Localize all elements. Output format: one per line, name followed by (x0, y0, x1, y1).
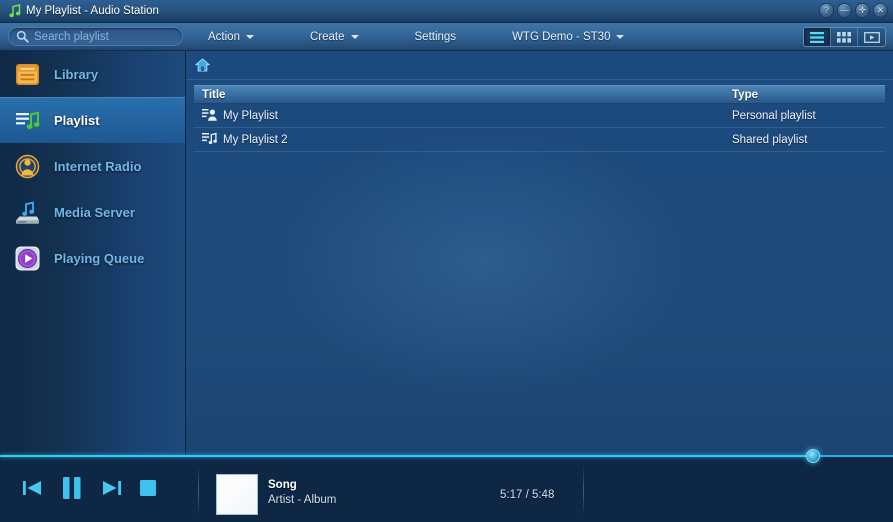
audio-station-window: My Playlist - Audio Station ? — ✛ ✕ Acti… (0, 0, 893, 522)
divider (198, 465, 199, 516)
next-button[interactable] (101, 478, 122, 498)
search-box[interactable] (8, 27, 183, 46)
search-icon (16, 30, 29, 43)
cell-title: My Playlist 2 (194, 132, 724, 148)
library-icon (12, 59, 42, 89)
stop-button[interactable] (139, 479, 157, 497)
cell-type: Shared playlist (732, 133, 808, 146)
cell-title-text: My Playlist 2 (223, 133, 288, 146)
column-header-title[interactable]: Title (194, 89, 724, 101)
progress-fill (0, 455, 813, 457)
playback-controls (22, 475, 157, 501)
progress-handle[interactable] (805, 449, 820, 463)
toolbar: Action Create Settings WTG Demo - ST30 (0, 23, 893, 51)
sidebar-item-media-server[interactable]: Media Server (0, 189, 185, 235)
menu-action-label: Action (208, 30, 240, 43)
player-view-button[interactable] (858, 28, 885, 46)
menu-server-select[interactable]: WTG Demo - ST30 (503, 23, 633, 51)
help-button[interactable]: ? (819, 3, 834, 18)
menu-server-label: WTG Demo - ST30 (512, 30, 611, 43)
sidebar-item-internet-radio-label: Internet Radio (54, 158, 142, 174)
menu-action[interactable]: Action (199, 23, 263, 51)
chevron-down-icon (616, 34, 625, 39)
sidebar-item-media-server-label: Media Server (54, 204, 135, 220)
previous-button[interactable] (22, 478, 43, 498)
sidebar: Library Playlist Internet Radio Media Se… (0, 51, 186, 455)
window-title: My Playlist - Audio Station (26, 5, 159, 17)
time-display: 5:17 / 5:48 (500, 489, 555, 501)
album-art[interactable] (216, 474, 258, 515)
breadcrumb (186, 51, 893, 80)
column-header-type[interactable]: Type (724, 89, 885, 101)
song-title: Song (268, 479, 297, 491)
title-bar: My Playlist - Audio Station ? — ✛ ✕ (0, 0, 893, 23)
table-row[interactable]: My Playlist 2 Shared playlist (194, 128, 885, 152)
cell-title: My Playlist (194, 108, 724, 124)
sidebar-item-playlist-label: Playlist (54, 112, 100, 128)
sidebar-item-library[interactable]: Library (0, 51, 185, 97)
list-icon (810, 31, 824, 43)
maximize-button[interactable]: ✛ (855, 3, 870, 18)
list-view-button[interactable] (804, 28, 831, 46)
playback-progress-bar[interactable] (0, 449, 893, 463)
sidebar-item-playlist[interactable]: Playlist (0, 97, 185, 143)
home-icon[interactable] (195, 58, 210, 72)
music-note-icon (6, 4, 24, 18)
menu-settings[interactable]: Settings (406, 23, 466, 51)
playlist-icon (12, 105, 42, 135)
view-mode-group (803, 27, 886, 47)
table-row[interactable]: My Playlist Personal playlist (194, 104, 885, 128)
player-icon (863, 31, 880, 43)
chevron-down-icon (350, 34, 359, 39)
window-controls: ? — ✛ ✕ (819, 3, 888, 18)
playlist-table: Title Type My Playlist Personal playlist… (186, 85, 893, 152)
search-input[interactable] (34, 28, 164, 45)
radio-icon (12, 151, 42, 181)
pause-button[interactable] (60, 475, 84, 501)
menu-create[interactable]: Create (301, 23, 368, 51)
sidebar-item-library-label: Library (54, 66, 99, 82)
song-artist-album: Artist - Album (268, 494, 337, 506)
cell-type: Personal playlist (732, 109, 816, 122)
now-playing-info: Song Artist - Album (268, 479, 336, 506)
media-server-icon (12, 197, 42, 227)
minimize-button[interactable]: — (837, 3, 852, 18)
chevron-down-icon (245, 34, 254, 39)
cell-title-text: My Playlist (223, 109, 278, 122)
playing-queue-icon (12, 243, 42, 273)
divider (583, 465, 584, 516)
grid-icon (837, 31, 851, 43)
table-header-row: Title Type (194, 85, 885, 104)
grid-view-button[interactable] (831, 28, 858, 46)
content-area: Title Type My Playlist Personal playlist… (186, 51, 893, 455)
close-button[interactable]: ✕ (873, 3, 888, 18)
sidebar-item-internet-radio[interactable]: Internet Radio (0, 143, 185, 189)
shared-playlist-icon (202, 132, 217, 148)
menu-settings-label: Settings (414, 30, 457, 43)
menu-create-label: Create (309, 30, 345, 43)
player-bar (0, 449, 893, 522)
personal-playlist-icon (202, 108, 217, 124)
sidebar-item-playing-queue[interactable]: Playing Queue (0, 235, 185, 281)
sidebar-item-playing-queue-label: Playing Queue (54, 250, 145, 266)
